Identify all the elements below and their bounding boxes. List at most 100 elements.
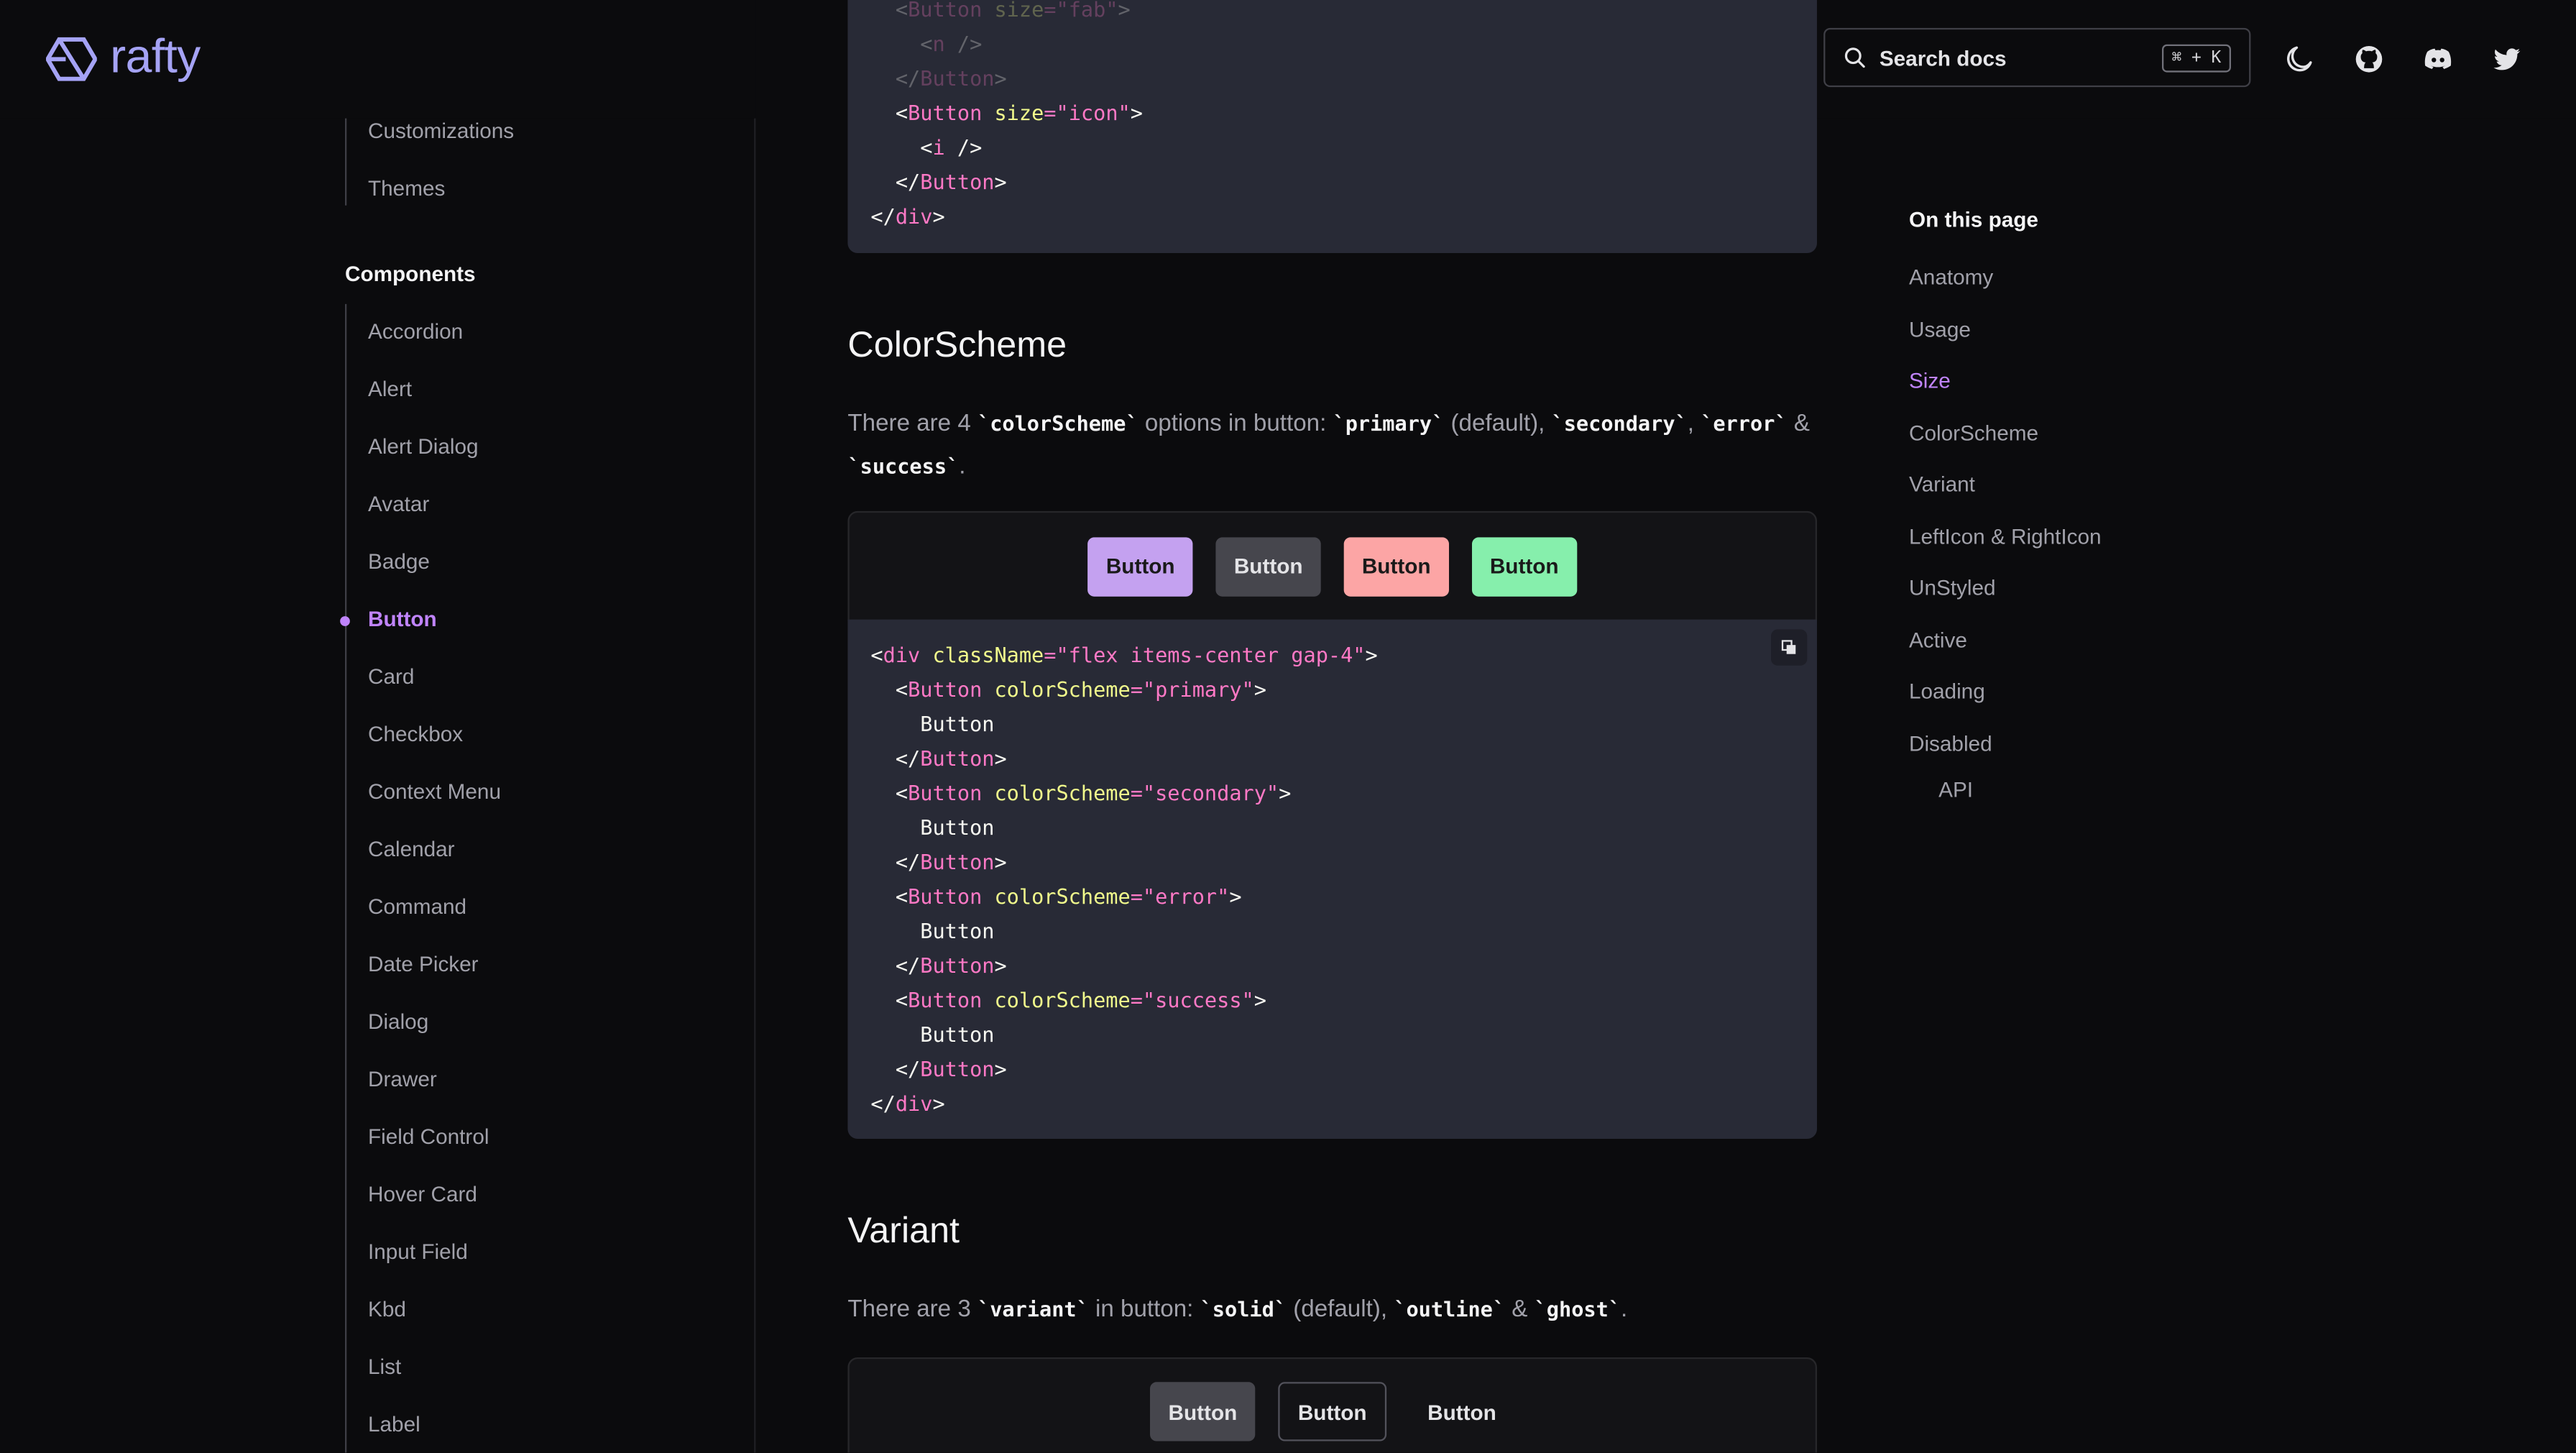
toc-item-size[interactable]: Size [1909, 368, 1951, 393]
desc-text: . [1621, 1296, 1628, 1323]
sidebar-item-customizations[interactable]: Customizations [368, 119, 514, 143]
sidebar-item-kbd[interactable]: Kbd [368, 1296, 406, 1321]
sidebar-item-calendar[interactable]: Calendar [368, 836, 455, 861]
code-token: i [932, 134, 945, 160]
sidebar-item-command[interactable]: Command [368, 894, 466, 918]
moon-icon[interactable] [2283, 42, 2317, 75]
code-token: colorScheme [982, 884, 1131, 909]
success-button[interactable]: Button [1471, 536, 1577, 596]
code-token: Button [920, 1056, 995, 1081]
sidebar-item-themes[interactable]: Themes [368, 176, 445, 201]
code-line: <Button colorScheme="secondary"> [870, 776, 1794, 810]
code-token: Button [920, 1022, 995, 1047]
toc-item-loading[interactable]: Loading [1909, 679, 1985, 703]
toc-title: On this page [1908, 206, 2038, 232]
sidebar-item-checkbox[interactable]: Checkbox [368, 721, 463, 746]
code-token: /> [944, 134, 983, 160]
inline-code: `success` [847, 453, 960, 479]
sidebar-item-hover-card[interactable]: Hover Card [368, 1181, 477, 1206]
sidebar-item-label[interactable]: Label [368, 1411, 420, 1436]
toc-item-usage[interactable]: Usage [1909, 316, 1971, 341]
toc-subitem-api[interactable]: API [1938, 777, 1973, 802]
desc-text: options in button: [1138, 411, 1333, 437]
inline-code: `variant` [977, 1296, 1089, 1321]
sidebar-item-dialog[interactable]: Dialog [368, 1009, 428, 1033]
code-line: </Button> [870, 165, 1794, 199]
code-token: ="success" [1130, 987, 1254, 1012]
code-token: Button [920, 849, 995, 874]
desc-text: There are 3 [847, 1296, 978, 1323]
sidebar-item-drawer[interactable]: Drawer [368, 1066, 437, 1091]
error-button[interactable]: Button [1343, 536, 1449, 596]
code-token: </ [895, 169, 921, 194]
toc-item-active[interactable]: Active [1909, 627, 1967, 651]
code-token: Button [920, 918, 995, 943]
toc-item-anatomy[interactable]: Anatomy [1909, 265, 1993, 289]
sidebar-item-alert[interactable]: Alert [368, 376, 412, 400]
code-token: Button [920, 953, 995, 978]
sidebar-item-accordion[interactable]: Accordion [368, 318, 463, 343]
logo[interactable]: rafty [45, 31, 201, 85]
code-line: </Button> [870, 1052, 1794, 1086]
code-token: < [895, 987, 908, 1012]
code-token: > [932, 203, 945, 229]
desc-text: . [959, 453, 966, 480]
code-line: </div> [870, 199, 1794, 234]
search-input[interactable]: Search docs ⌘ + K [1823, 27, 2251, 88]
github-icon[interactable] [2352, 42, 2386, 75]
inline-code: `solid` [1200, 1296, 1287, 1321]
primary-button[interactable]: Button [1087, 536, 1193, 596]
toc-item-lefticon-righticon[interactable]: LeftIcon & RightIcon [1909, 523, 2102, 548]
toc-item-disabled[interactable]: Disabled [1909, 730, 1992, 755]
sidebar-item-field-control[interactable]: Field Control [368, 1124, 489, 1148]
sidebar-guide-line [344, 303, 347, 1453]
sidebar-item-list[interactable]: List [368, 1354, 401, 1378]
sidebar-item-avatar[interactable]: Avatar [368, 491, 429, 515]
sidebar-item-button[interactable]: Button [368, 606, 437, 631]
code-token: > [932, 1091, 945, 1116]
code-token: > [1254, 987, 1266, 1012]
code-token: </ [895, 849, 921, 874]
code-line: <Button colorScheme="success"> [870, 983, 1794, 1017]
docs-page: <Button size="fab"> <n /> </Button> <But… [0, 0, 2576, 1453]
toc-item-unstyled[interactable]: UnStyled [1909, 575, 1996, 600]
search-placeholder: Search docs [1879, 45, 2007, 70]
main-content: <Button size="fab"> <n /> </Button> <But… [755, 0, 1817, 1453]
code-token: ="flex items-center gap-4" [1044, 642, 1366, 667]
search-icon [1844, 47, 1865, 68]
colorscheme-preview: Button Button Button Button [847, 510, 1817, 621]
code-token: < [895, 677, 908, 702]
sidebar-item-context-menu[interactable]: Context Menu [368, 779, 501, 803]
logo-text: rafty [110, 31, 201, 84]
ghost-button[interactable]: Button [1409, 1382, 1514, 1441]
code-line: Button [870, 914, 1794, 948]
inline-code: `ghost` [1534, 1296, 1622, 1321]
twitter-icon[interactable] [2490, 42, 2524, 75]
code-line: </Button> [870, 741, 1794, 776]
sidebar-item-card[interactable]: Card [368, 664, 414, 688]
code-token: colorScheme [982, 987, 1131, 1012]
code-token: Button [920, 711, 995, 736]
secondary-button[interactable]: Button [1215, 536, 1321, 596]
top-header: rafty Search docs ⌘ + K [0, 0, 2576, 119]
code-token: Button [908, 780, 983, 805]
toc-item-variant[interactable]: Variant [1909, 472, 1975, 496]
code-token: > [994, 169, 1007, 194]
sidebar-item-date-picker[interactable]: Date Picker [368, 951, 479, 976]
solid-button[interactable]: Button [1150, 1382, 1256, 1441]
inline-code: `error` [1701, 411, 1788, 436]
code-token: div [895, 203, 933, 229]
sidebar-item-alert-dialog[interactable]: Alert Dialog [368, 434, 479, 458]
outline-button[interactable]: Button [1278, 1382, 1386, 1441]
sidebar-item-input-field[interactable]: Input Field [368, 1239, 468, 1263]
code-line: <i /> [870, 130, 1794, 165]
toc-item-colorscheme[interactable]: ColorScheme [1909, 420, 2038, 444]
code-token: Button [920, 746, 995, 771]
discord-icon[interactable] [2421, 42, 2455, 75]
code-token: > [994, 953, 1007, 978]
code-token: Button [908, 987, 983, 1012]
code-token: ="secondary" [1130, 780, 1279, 805]
inline-code: `outline` [1394, 1296, 1506, 1321]
sidebar-item-badge[interactable]: Badge [368, 549, 430, 573]
copy-code-button[interactable] [1770, 629, 1808, 666]
